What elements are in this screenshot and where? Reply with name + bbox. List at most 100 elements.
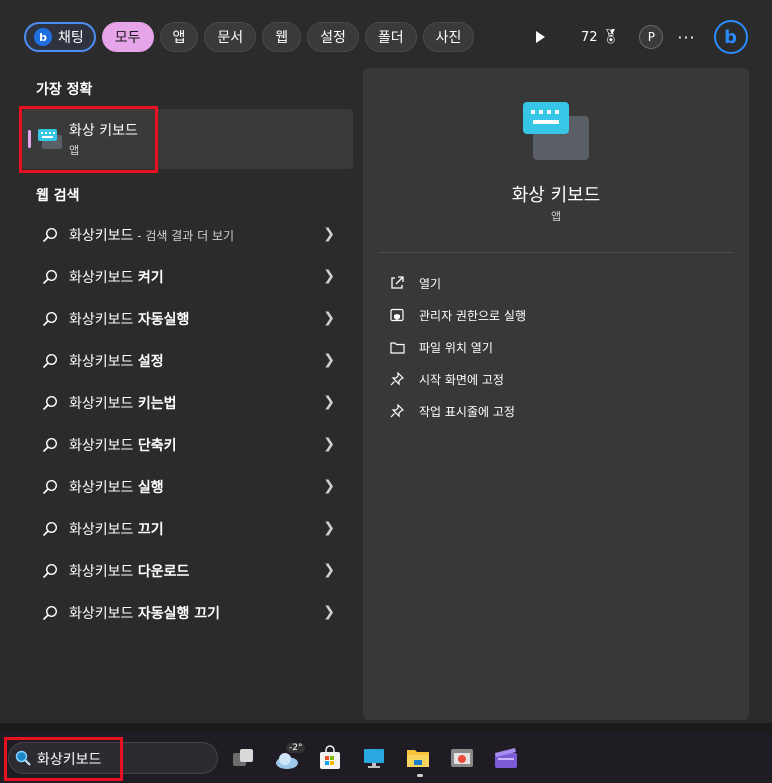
web-search-result[interactable]: 화상키보드 키는법 ❯ bbox=[22, 382, 353, 424]
web-search-result[interactable]: 화상키보드 켜기 ❯ bbox=[22, 256, 353, 298]
result-suggestion: 자동실행 끄기 bbox=[137, 606, 221, 622]
chevron-right-icon[interactable]: ❯ bbox=[323, 268, 335, 284]
shield-icon bbox=[389, 307, 405, 323]
result-query: 화상키보드 bbox=[69, 564, 138, 580]
file-explorer-icon[interactable] bbox=[405, 745, 431, 771]
filter-settings[interactable]: 설정 bbox=[307, 22, 359, 52]
result-suggestion: 자동실행 bbox=[137, 312, 190, 328]
web-search-result-text: 화상키보드 단축키 bbox=[69, 435, 177, 455]
filter-photos-label: 사진 bbox=[435, 30, 462, 46]
filter-chat[interactable]: b 채팅 bbox=[24, 22, 96, 52]
result-suggestion: 단축키 bbox=[137, 438, 177, 454]
highlight-box-search bbox=[4, 737, 123, 781]
filter-web[interactable]: 웹 bbox=[262, 22, 302, 52]
result-query: 화상키보드 bbox=[69, 606, 138, 622]
filter-photos[interactable]: 사진 bbox=[422, 22, 475, 52]
chevron-right-icon[interactable]: ❯ bbox=[323, 394, 335, 410]
filter-all-label: 모두 bbox=[114, 30, 141, 46]
web-search-result[interactable]: 화상키보드 설정 ❯ bbox=[22, 340, 353, 382]
search-icon bbox=[42, 311, 58, 327]
result-query: 화상키보드 bbox=[69, 312, 138, 328]
avatar[interactable]: P bbox=[639, 25, 664, 49]
web-search-results: 화상키보드 - 검색 결과 더 보기 ❯ 화상키보드 켜기 ❯ 화상키보드 자동실행 ❯ 화… bbox=[22, 214, 353, 634]
web-search-heading: 웹 검색 bbox=[36, 188, 80, 204]
web-search-result-text: 화상키보드 실행 bbox=[69, 477, 164, 497]
filter-chat-label: 채팅 bbox=[58, 30, 84, 46]
web-search-result-text: 화상키보드 끄기 bbox=[69, 519, 164, 539]
task-view-icon[interactable] bbox=[230, 745, 256, 771]
filter-apps-label: 앱 bbox=[172, 30, 186, 46]
chevron-right-icon[interactable]: ❯ bbox=[323, 562, 335, 578]
web-search-result[interactable]: 화상키보드 자동실행 끄기 ❯ bbox=[22, 592, 353, 634]
monitor-icon[interactable] bbox=[361, 745, 387, 771]
taskbar: 화상키보드 -2° bbox=[0, 733, 772, 783]
search-icon bbox=[42, 395, 58, 411]
action-run-as-admin[interactable]: 관리자 권한으로 실행 bbox=[389, 299, 526, 331]
result-query: 화상키보드 bbox=[69, 396, 138, 412]
filter-bar: b 채팅 모두 앱 문서 웹 설정 폴더 사진 bbox=[24, 21, 480, 53]
pin-icon bbox=[389, 371, 405, 387]
bing-chat-icon: b bbox=[34, 28, 52, 46]
action-pin-to-start-label: 시작 화면에 고정 bbox=[419, 372, 504, 387]
result-suggestion: 키는법 bbox=[137, 396, 177, 412]
filter-documents[interactable]: 문서 bbox=[204, 22, 257, 52]
keyboard-app-large-icon bbox=[523, 102, 589, 160]
search-panel: b 채팅 모두 앱 문서 웹 설정 폴더 사진 72 🏅︎ P ··· b 가장… bbox=[0, 0, 772, 723]
rewards-points[interactable]: 72 bbox=[581, 30, 598, 45]
search-icon bbox=[42, 269, 58, 285]
open-external-icon bbox=[389, 275, 405, 291]
web-search-result[interactable]: 화상키보드 자동실행 ❯ bbox=[22, 298, 353, 340]
search-icon bbox=[42, 521, 58, 537]
filter-settings-label: 설정 bbox=[320, 30, 346, 46]
filter-folders[interactable]: 폴더 bbox=[364, 22, 417, 52]
search-icon bbox=[42, 437, 58, 453]
clipchamp-icon[interactable] bbox=[493, 745, 519, 771]
web-search-result[interactable]: 화상키보드 끄기 ❯ bbox=[22, 508, 353, 550]
result-suggestion: 실행 bbox=[137, 480, 164, 496]
web-search-result-text: 화상키보드 켜기 bbox=[69, 267, 164, 287]
result-suggestion: 켜기 bbox=[137, 270, 164, 286]
web-search-result[interactable]: 화상키보드 다운로드 ❯ bbox=[22, 550, 353, 592]
action-run-as-admin-label: 관리자 권한으로 실행 bbox=[419, 308, 526, 323]
more-options-icon[interactable]: ··· bbox=[677, 28, 695, 47]
bing-logo-icon[interactable]: b bbox=[713, 20, 748, 54]
chevron-right-icon[interactable]: ❯ bbox=[323, 478, 335, 494]
search-icon bbox=[42, 479, 58, 495]
result-query: 화상키보드 bbox=[69, 270, 138, 286]
snipping-tool-icon[interactable] bbox=[449, 745, 475, 771]
result-query: 화상키보드 bbox=[69, 354, 138, 370]
result-suggestion: 끄기 bbox=[137, 522, 164, 538]
search-icon bbox=[42, 605, 58, 621]
chevron-right-icon[interactable]: ❯ bbox=[323, 520, 335, 536]
chevron-right-icon[interactable]: ❯ bbox=[323, 604, 335, 620]
web-search-result[interactable]: 화상키보드 - 검색 결과 더 보기 ❯ bbox=[22, 214, 353, 256]
result-query: 화상키보드 bbox=[69, 480, 138, 496]
running-indicator bbox=[417, 774, 423, 777]
filter-documents-label: 문서 bbox=[217, 30, 244, 46]
chevron-right-icon[interactable]: ❯ bbox=[323, 436, 335, 452]
result-query: 화상키보드 bbox=[69, 438, 138, 454]
microsoft-store-icon[interactable] bbox=[317, 745, 343, 771]
result-suggestion: 다운로드 bbox=[137, 564, 190, 580]
chevron-right-icon[interactable]: ❯ bbox=[323, 310, 335, 326]
action-pin-to-start[interactable]: 시작 화면에 고정 bbox=[389, 363, 526, 395]
web-search-result-text: 화상키보드 자동실행 bbox=[69, 309, 189, 329]
rewards-medal-icon[interactable]: 🏅︎ bbox=[602, 29, 620, 45]
play-icon[interactable] bbox=[536, 31, 545, 43]
detail-pane: 화상 키보드 앱 열기 관리자 권한으로 실행 파일 위치 열기 시작 화면에 … bbox=[363, 68, 749, 720]
filter-apps[interactable]: 앱 bbox=[159, 22, 199, 52]
web-search-result[interactable]: 화상키보드 실행 ❯ bbox=[22, 466, 353, 508]
action-pin-to-taskbar[interactable]: 작업 표시줄에 고정 bbox=[389, 395, 526, 427]
filter-all[interactable]: 모두 bbox=[101, 22, 154, 52]
action-open-file-location[interactable]: 파일 위치 열기 bbox=[389, 331, 526, 363]
chevron-right-icon[interactable]: ❯ bbox=[323, 226, 335, 242]
filter-folders-label: 폴더 bbox=[377, 30, 404, 46]
detail-actions: 열기 관리자 권한으로 실행 파일 위치 열기 시작 화면에 고정 작업 표시줄… bbox=[389, 267, 526, 427]
web-search-result[interactable]: 화상키보드 단축키 ❯ bbox=[22, 424, 353, 466]
result-suggestion: 설정 bbox=[137, 354, 164, 370]
chevron-right-icon[interactable]: ❯ bbox=[323, 352, 335, 368]
folder-icon bbox=[389, 339, 405, 355]
web-search-result-text: 화상키보드 자동실행 끄기 bbox=[69, 603, 220, 623]
web-search-result-text: 화상키보드 설정 bbox=[69, 351, 164, 371]
action-open[interactable]: 열기 bbox=[389, 267, 526, 299]
